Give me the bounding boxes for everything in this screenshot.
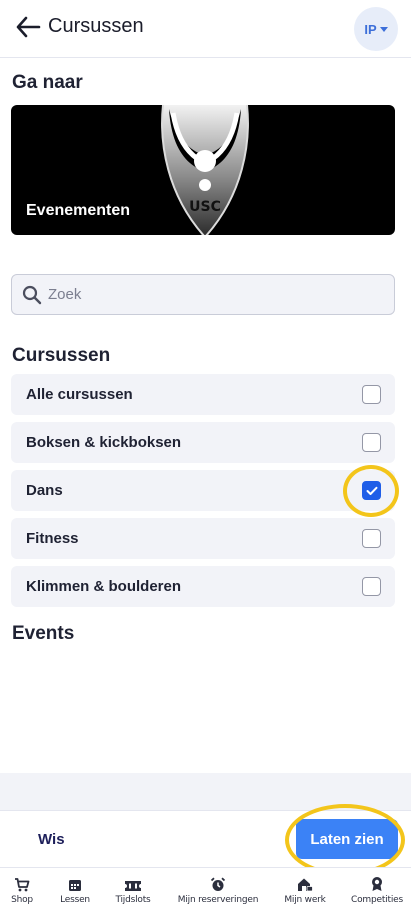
usc-logo: USC xyxy=(161,105,249,235)
banner-label: Evenementen xyxy=(26,202,131,219)
tab-label: Shop xyxy=(11,895,33,905)
avatar-initials: IP xyxy=(364,21,377,37)
app-header: Cursussen IP xyxy=(0,0,411,58)
content-bottom-strip xyxy=(0,773,411,811)
tab-label: Competities xyxy=(351,895,403,905)
course-item-label: Boksen & kickboksen xyxy=(26,434,182,451)
course-item-label: Dans xyxy=(26,482,63,499)
tab-tijdslots[interactable]: Tijdslots xyxy=(110,868,156,912)
course-item-label: Alle cursussen xyxy=(26,386,133,403)
tab-label: Mijn reserveringen xyxy=(177,895,259,905)
tab-competities[interactable]: Competities xyxy=(348,868,406,912)
search-icon xyxy=(22,285,42,304)
alarm-clock-icon xyxy=(210,877,226,891)
action-bar: Wis Laten zien xyxy=(0,804,411,876)
ticket-icon xyxy=(125,881,141,891)
tab-label: Mijn werk xyxy=(284,895,326,905)
checkbox[interactable] xyxy=(362,433,381,452)
back-arrow-icon[interactable] xyxy=(14,14,42,40)
page-title: Cursussen xyxy=(48,15,144,37)
course-list: Alle cursussen Boksen & kickboksen Dans … xyxy=(11,374,399,614)
search-box[interactable] xyxy=(11,274,395,315)
course-item-dans[interactable]: Dans xyxy=(11,464,399,517)
tab-lessen[interactable]: Lessen xyxy=(55,868,95,912)
events-banner[interactable]: USC Evenementen xyxy=(11,105,395,235)
tab-mijn-reserveringen[interactable]: Mijn reserveringen xyxy=(176,868,260,912)
search-input[interactable] xyxy=(48,286,368,303)
course-item-fitness[interactable]: Fitness xyxy=(11,518,395,559)
cart-icon xyxy=(15,878,30,892)
checkmark-icon xyxy=(366,486,377,495)
goto-heading: Ga naar xyxy=(12,72,83,93)
course-item-klimmen-boulderen[interactable]: Klimmen & boulderen xyxy=(11,566,395,607)
tab-label: Tijdslots xyxy=(115,895,151,905)
bottom-tab-bar: Shop Lessen Tijdslots Mijn reserveringen… xyxy=(0,867,411,912)
checkbox[interactable] xyxy=(362,529,381,548)
award-icon xyxy=(372,877,382,891)
course-item-label: Klimmen & boulderen xyxy=(26,578,182,595)
show-results-button[interactable]: Laten zien xyxy=(296,819,398,859)
checkbox[interactable] xyxy=(362,577,381,596)
course-item-alle-cursussen[interactable]: Alle cursussen xyxy=(11,374,395,415)
tab-mijn-werk[interactable]: Mijn werk xyxy=(280,868,330,912)
svg-text:USC: USC xyxy=(189,199,221,215)
calendar-icon xyxy=(69,880,81,891)
checkbox-checked[interactable] xyxy=(362,481,381,500)
home-work-icon xyxy=(298,878,313,892)
clear-button[interactable]: Wis xyxy=(38,831,65,848)
course-item-label: Fitness xyxy=(26,530,79,547)
courses-heading: Cursussen xyxy=(12,345,111,366)
tab-shop[interactable]: Shop xyxy=(2,868,42,912)
caret-down-icon xyxy=(379,27,388,32)
course-item-boksen-kickboksen[interactable]: Boksen & kickboksen xyxy=(11,422,395,463)
events-heading: Events xyxy=(12,623,75,644)
checkbox[interactable] xyxy=(362,385,381,404)
tab-label: Lessen xyxy=(60,895,90,905)
user-avatar-menu[interactable]: IP xyxy=(354,7,398,51)
